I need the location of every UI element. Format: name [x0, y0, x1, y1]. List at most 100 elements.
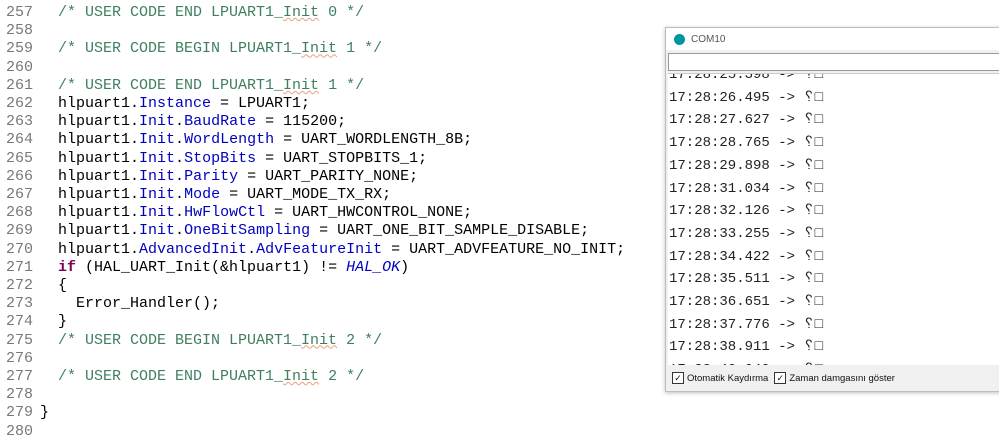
code-text: hlpuart1.Init.OneBitSampling = UART_ONE_…: [40, 222, 589, 240]
code-text: hlpuart1.Init.WordLength = UART_WORDLENG…: [40, 131, 472, 149]
code-token: = UART_STOPBITS_1;: [256, 149, 428, 167]
code-token: = UART_PARITY_NONE;: [238, 167, 419, 185]
line-number: 258: [6, 22, 34, 40]
code-token: hlpuart1.: [40, 149, 140, 167]
code-token: }: [40, 313, 68, 331]
serial-output-line: 17:28:29.898 -> ␦□: [669, 157, 824, 174]
code-text: }: [40, 404, 49, 422]
code-token: .: [175, 186, 185, 203]
serial-output-line: 17:28:38.911 -> ␦□: [669, 339, 824, 356]
code-token: hlpuart1.: [40, 186, 140, 203]
code-token: AdvFeatureInit: [256, 240, 383, 258]
bottom-bar: ✓ Otomatik Kaydırma ✓ Zaman damgasını göst…: [666, 366, 999, 390]
code-token: hlpuart1.: [40, 131, 140, 149]
code-text: Error_Handler();: [40, 295, 220, 313]
code-token: hlpuart1.: [40, 95, 140, 112]
serial-output-line: 17:28:35.511 -> ␦□: [669, 271, 824, 288]
code-token: OneBitSampling: [184, 222, 311, 240]
code-token: 2 */: [337, 331, 383, 349]
code-token: .: [175, 222, 185, 240]
code-token: hlpuart1.: [40, 222, 140, 240]
code-token: = LPUART1;: [211, 95, 311, 112]
code-token: BaudRate: [184, 113, 257, 131]
checkbox-checked-icon: ✓: [774, 372, 787, 384]
code-token: (HAL_UART_Init(&hlpuart1) !=: [76, 258, 347, 276]
code-token: = UART_ONE_BIT_SAMPLE_DISABLE;: [310, 222, 590, 240]
window-title: COM10: [691, 33, 726, 45]
code-token: Init: [139, 113, 176, 131]
line-number: 260: [6, 58, 34, 76]
code-token: {: [40, 277, 68, 294]
code-token: = 115200;: [256, 113, 347, 131]
show-timestamp-label: Zaman damgasını göster: [789, 372, 895, 384]
code-text: hlpuart1.AdvancedInit.AdvFeatureInit = U…: [40, 241, 625, 259]
code-token: .: [175, 131, 185, 149]
code-token: Init: [283, 76, 320, 94]
code-token: hlpuart1.: [40, 204, 140, 222]
serial-monitor-window: COM10 17:28:25.398 -> ␦□ 17:28:26.495 -> …: [665, 27, 999, 392]
code-token: HAL_OK: [346, 258, 401, 276]
code-token: Init: [283, 4, 320, 21]
code-text: /* USER CODE BEGIN LPUART1_Init 1 */: [40, 40, 382, 58]
code-token: = UART_WORDLENGTH_8B;: [274, 131, 473, 149]
code-text: }: [40, 313, 67, 331]
code-token: if: [58, 258, 77, 276]
code-token: = UART_ADVFEATURE_NO_INIT;: [382, 240, 626, 258]
autoscroll-checkbox[interactable]: ✓ Otomatik Kaydırma: [672, 372, 768, 384]
line-number: 276: [6, 349, 34, 367]
checkbox-checked-icon: ✓: [672, 372, 684, 384]
serial-output-line: 17:28:31.034 -> ␦□: [669, 180, 824, 197]
code-token: .: [175, 167, 185, 185]
code-token: /* USER CODE BEGIN LPUART1_: [40, 40, 302, 58]
code-text: /* USER CODE BEGIN LPUART1_Init 2 */: [40, 332, 382, 350]
serial-output-line: 17:28:25.398 -> ␦□: [669, 73, 824, 83]
arduino-logo-icon: [674, 33, 685, 45]
code-text: hlpuart1.Init.Parity = UART_PARITY_NONE;: [40, 168, 418, 186]
code-token: .: [175, 149, 185, 167]
serial-send-input[interactable]: [668, 53, 999, 71]
code-text: /* USER CODE END LPUART1_Init 2 */: [40, 368, 364, 386]
serial-output-line: 17:28:36.651 -> ␦□: [669, 294, 824, 310]
code-token: Init: [139, 204, 176, 222]
code-token: /* USER CODE END LPUART1_: [40, 76, 284, 94]
serial-output[interactable]: 17:28:25.398 -> ␦□ 17:28:26.495 -> ␦□ 17:2…: [668, 73, 999, 365]
title-bar[interactable]: COM10: [666, 28, 999, 50]
code-token: Init: [301, 40, 338, 58]
autoscroll-label: Otomatik Kaydırma: [687, 372, 769, 384]
code-token: = UART_MODE_TX_RX;: [220, 186, 392, 203]
code-token: ): [400, 258, 410, 276]
code-token: Init: [283, 368, 320, 385]
serial-output-line: 17:28:28.765 -> ␦□: [669, 135, 824, 152]
code-token: hlpuart1.: [40, 167, 140, 185]
code-token: 2 */: [319, 368, 365, 385]
code-text: hlpuart1.Init.StopBits = UART_STOPBITS_1…: [40, 150, 427, 168]
code-token: HwFlowCtl: [184, 204, 266, 222]
code-token: 1 */: [337, 40, 383, 58]
code-token: /* USER CODE END LPUART1_: [40, 368, 284, 385]
code-token: StopBits: [184, 149, 257, 167]
code-token: .: [175, 113, 185, 131]
code-token: hlpuart1.: [40, 113, 140, 131]
code-token: AdvancedInit: [139, 240, 248, 258]
code-token: = UART_HWCONTROL_NONE;: [265, 204, 473, 222]
serial-output-line: 17:28:37.776 -> ␦□: [669, 316, 824, 333]
code-token: Init: [301, 331, 338, 349]
serial-output-line: 17:28:27.627 -> ␦□: [669, 112, 824, 129]
code-token: .: [175, 204, 185, 222]
code-token: Init: [139, 222, 176, 240]
serial-output-line: 17:28:40.040 -> ␦□: [669, 359, 823, 365]
code-token: /* USER CODE END LPUART1_: [40, 4, 284, 21]
code-token: Error_Handler();: [40, 295, 221, 313]
code-text: /* USER CODE END LPUART1_Init 0 */: [40, 4, 364, 22]
code-text: hlpuart1.Instance = LPUART1;: [40, 95, 310, 113]
code-token: .: [247, 240, 257, 258]
show-timestamp-checkbox[interactable]: ✓ Zaman damgasını göster: [774, 372, 895, 384]
code-text: hlpuart1.Init.BaudRate = 115200;: [40, 113, 346, 131]
code-token: Init: [139, 186, 176, 203]
code-token: Instance: [139, 95, 212, 112]
code-token: Parity: [184, 167, 239, 185]
serial-output-line: 17:28:26.495 -> ␦□: [669, 89, 824, 106]
line-number: 280: [6, 422, 34, 440]
code-token: Init: [139, 131, 176, 149]
